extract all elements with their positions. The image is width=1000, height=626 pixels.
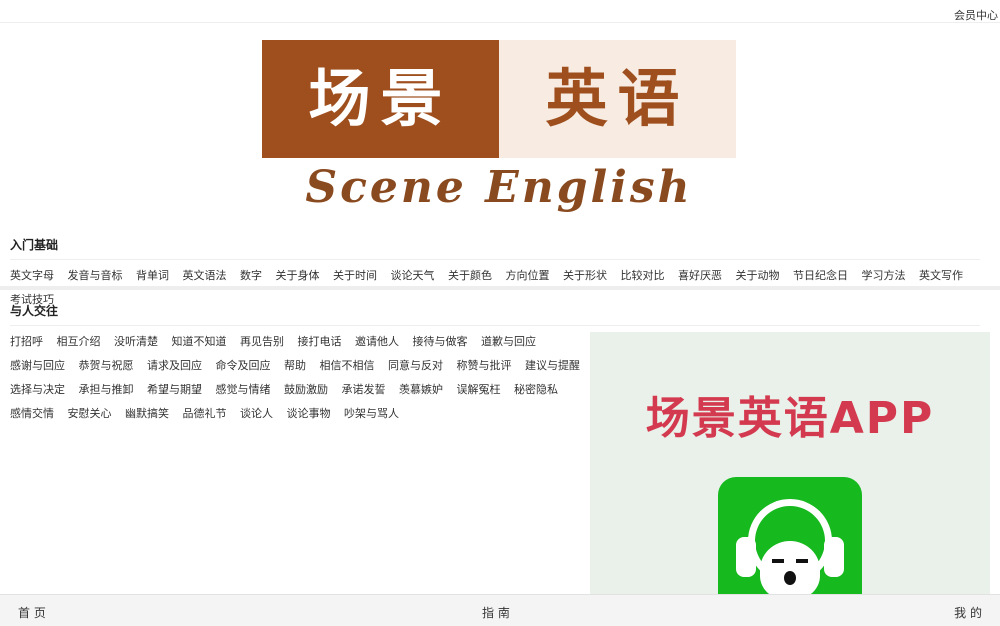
site-logo[interactable]: 场景 英语 Scene English: [262, 40, 736, 218]
social-link[interactable]: 再见告别: [240, 335, 284, 348]
social-link[interactable]: 没听清楚: [114, 335, 158, 348]
social-link[interactable]: 请求及回应: [147, 359, 202, 372]
section-title-social: 与人交往: [10, 302, 980, 326]
social-link[interactable]: 鼓励激励: [284, 383, 328, 396]
social-link[interactable]: 承诺发誓: [342, 383, 386, 396]
mouth-icon: [784, 571, 796, 585]
social-link[interactable]: 选择与决定: [10, 383, 65, 396]
social-link[interactable]: 相信不相信: [320, 359, 375, 372]
ear-cup-right-icon: [824, 537, 844, 577]
social-link[interactable]: 误解冤枉: [457, 383, 501, 396]
social-link[interactable]: 接待与做客: [413, 335, 468, 348]
member-center-link[interactable]: 会员中心: [954, 7, 998, 23]
app-promo-title: 场景英语APP: [645, 393, 935, 444]
app-promo-banner[interactable]: 场景英语APP: [590, 332, 990, 594]
basics-link[interactable]: 发音与音标: [68, 269, 123, 282]
nav-home[interactable]: 首 页: [18, 604, 46, 621]
social-link[interactable]: 感情交情: [10, 407, 54, 420]
basics-link[interactable]: 英文写作: [919, 269, 963, 282]
social-link[interactable]: 吵架与骂人: [344, 407, 399, 420]
basics-link[interactable]: 喜好厌恶: [678, 269, 722, 282]
basics-link[interactable]: 谈论天气: [391, 269, 435, 282]
eye-right-icon: [796, 559, 808, 563]
social-link[interactable]: 安慰关心: [68, 407, 112, 420]
social-link[interactable]: 同意与反对: [388, 359, 443, 372]
basics-link[interactable]: 关于时间: [333, 269, 377, 282]
basics-link[interactable]: 关于动物: [736, 269, 780, 282]
logo-text-cn-left: 场景: [308, 62, 453, 135]
social-link[interactable]: 恭贺与祝愿: [79, 359, 134, 372]
social-link[interactable]: 建议与提醒: [525, 359, 580, 372]
mascot-face-icon: [760, 541, 820, 594]
eye-left-icon: [772, 559, 784, 563]
social-link[interactable]: 羡慕嫉妒: [399, 383, 443, 396]
social-link[interactable]: 知道不知道: [172, 335, 227, 348]
basics-link[interactable]: 比较对比: [621, 269, 665, 282]
headphone-mascot-icon[interactable]: [718, 477, 862, 594]
social-link[interactable]: 感觉与情绪: [216, 383, 271, 396]
basics-link[interactable]: 背单词: [136, 269, 169, 282]
social-link[interactable]: 感谢与回应: [10, 359, 65, 372]
social-link[interactable]: 品德礼节: [183, 407, 227, 420]
ear-cup-left-icon: [736, 537, 756, 577]
social-link[interactable]: 道歉与回应: [481, 335, 536, 348]
social-link[interactable]: 接打电话: [298, 335, 342, 348]
section-basics: 入门基础 英文字母 发音与音标 背单词 英文语法 数字 关于身体 关于时间 谈论…: [10, 236, 980, 312]
social-link[interactable]: 秘密隐私: [514, 383, 558, 396]
nav-guide[interactable]: 指 南: [482, 604, 510, 621]
logo-text-en: Scene English: [305, 162, 693, 213]
social-link[interactable]: 谈论事物: [287, 407, 331, 420]
basics-link[interactable]: 英文语法: [183, 269, 227, 282]
top-bar: 会员中心: [0, 0, 1000, 23]
social-link[interactable]: 帮助: [284, 359, 306, 372]
section-divider: [0, 286, 1000, 290]
social-link[interactable]: 命令及回应: [216, 359, 271, 372]
basics-link[interactable]: 节日纪念日: [793, 269, 848, 282]
bottom-nav: 首 页 指 南 我 的: [0, 594, 1000, 626]
section-title-basics: 入门基础: [10, 236, 980, 260]
basics-link[interactable]: 学习方法: [862, 269, 906, 282]
basics-link[interactable]: 关于形状: [563, 269, 607, 282]
basics-link[interactable]: 关于颜色: [448, 269, 492, 282]
logo-text-cn-right: 英语: [545, 62, 690, 135]
basics-link[interactable]: 关于身体: [276, 269, 320, 282]
social-link[interactable]: 希望与期望: [147, 383, 202, 396]
basics-link[interactable]: 英文字母: [10, 269, 54, 282]
basics-link[interactable]: 方向位置: [506, 269, 550, 282]
social-link[interactable]: 称赞与批评: [457, 359, 512, 372]
social-link[interactable]: 打招呼: [10, 335, 43, 348]
basics-link[interactable]: 数字: [240, 269, 262, 282]
nav-mine[interactable]: 我 的: [954, 604, 982, 621]
social-link[interactable]: 邀请他人: [355, 335, 399, 348]
social-link[interactable]: 相互介绍: [57, 335, 101, 348]
social-link[interactable]: 谈论人: [240, 407, 273, 420]
social-link[interactable]: 幽默搞笑: [125, 407, 169, 420]
social-link[interactable]: 承担与推卸: [79, 383, 134, 396]
social-link-list: 打招呼 相互介绍 没听清楚 知道不知道 再见告别 接打电话 邀请他人 接待与做客…: [10, 326, 590, 426]
